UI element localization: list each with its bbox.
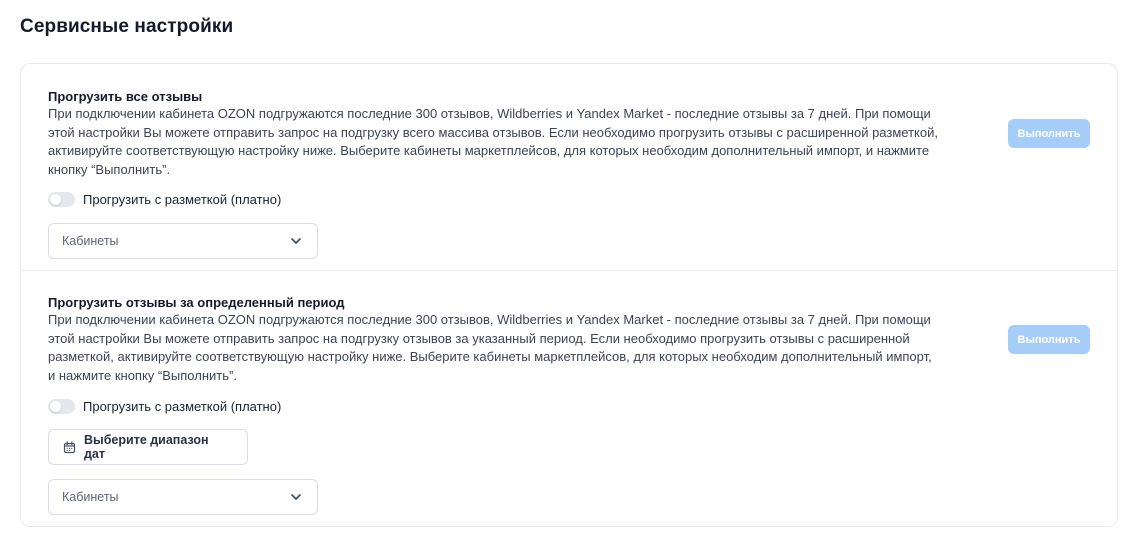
cabinets-select-placeholder: Кабинеты: [62, 234, 119, 248]
run-button[interactable]: Выполнить: [1008, 325, 1090, 354]
run-button[interactable]: Выполнить: [1008, 119, 1090, 148]
description-line: активируйте соответствующую настройку ни…: [48, 143, 930, 158]
description-line: разметкой, активируйте соответствующую н…: [48, 349, 932, 364]
date-range-label: Выберите диапазон дат: [84, 433, 209, 461]
chevron-down-icon: [291, 494, 301, 500]
description-line: и нажмите кнопку “Выполнить”.: [48, 367, 237, 383]
section-title: Прогрузить все отзывы: [48, 89, 203, 104]
chevron-down-icon: [291, 238, 301, 244]
description-line: кнопку “Выполнить”.: [48, 161, 171, 177]
section-load-period-reviews: Прогрузить отзывы за определенный период…: [21, 271, 1117, 528]
description-line: этой настройки Вы можете отправить запро…: [48, 330, 910, 346]
cabinets-select[interactable]: Кабинеты: [48, 479, 318, 515]
markup-toggle-label: Прогрузить с разметкой (платно): [83, 398, 282, 414]
toggle-knob: [50, 400, 61, 412]
description-line: этой настройки Вы можете отправить запро…: [48, 124, 938, 140]
section-description: При подключении кабинета OZON подгружают…: [48, 105, 988, 179]
service-settings-card: Прогрузить все отзывы При подключении ка…: [20, 63, 1118, 527]
description-line: При подключении кабинета OZON подгружают…: [48, 312, 931, 327]
toggle-knob: [50, 193, 61, 205]
cabinets-select-placeholder: Кабинеты: [62, 490, 119, 504]
markup-toggle-row: Прогрузить с разметкой (платно): [48, 397, 281, 415]
section-title: Прогрузить отзывы за определенный период: [48, 295, 345, 310]
description-line: При подключении кабинета OZON подгружают…: [48, 106, 931, 121]
markup-toggle-label: Прогрузить с разметкой (платно): [83, 191, 282, 207]
section-description: При подключении кабинета OZON подгружают…: [48, 311, 988, 385]
cabinets-select[interactable]: Кабинеты: [48, 223, 318, 259]
calendar-icon: [63, 440, 76, 453]
markup-toggle[interactable]: [48, 398, 75, 414]
markup-toggle[interactable]: [48, 191, 75, 207]
section-load-all-reviews: Прогрузить все отзывы При подключении ка…: [21, 64, 1117, 271]
date-range-button[interactable]: Выберите диапазон дат: [48, 429, 248, 465]
page-title: Сервисные настройки: [20, 16, 234, 37]
markup-toggle-row: Прогрузить с разметкой (платно): [48, 190, 281, 208]
